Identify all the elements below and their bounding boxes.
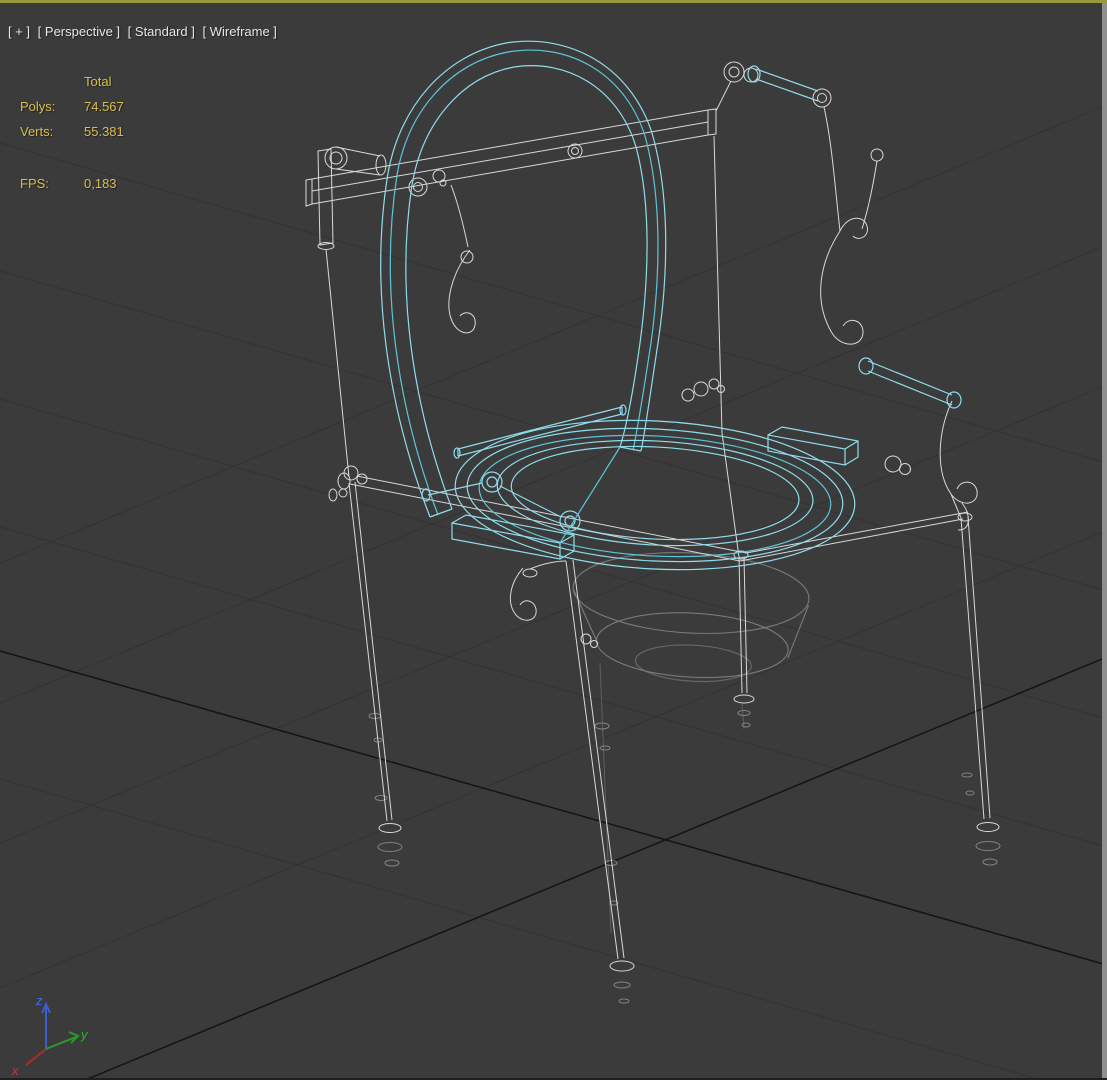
axis-y-label: y [80, 1027, 89, 1042]
stats-verts-label: Verts: [20, 124, 84, 139]
viewport-canvas[interactable]: z y x [0, 3, 1107, 1080]
stats-polys-row: Polys: 74.567 [20, 94, 124, 119]
model-ghost-wires [369, 547, 1000, 1003]
stats-polys-label: Polys: [20, 99, 84, 114]
stats-fps-label: FPS: [20, 176, 84, 191]
axis-z-label: z [35, 993, 43, 1008]
stats-fps-value: 0,183 [84, 176, 117, 191]
statistics-overlay: Total Polys: 74.567 Verts: 55.381 FPS: 0… [20, 69, 124, 196]
stats-fps-row: FPS: 0,183 [20, 171, 124, 196]
stats-polys-value: 74.567 [84, 99, 124, 114]
viewport-3d-perspective[interactable]: z y x [ + ] [ Perspective ] [ Standard ]… [0, 0, 1107, 1080]
viewport-shading-menu[interactable]: [ Wireframe ] [203, 24, 277, 39]
viewport-pov-menu[interactable]: [ Perspective ] [38, 24, 120, 39]
viewport-renderpreset-menu[interactable]: [ Standard ] [128, 24, 195, 39]
viewport-general-menu[interactable]: [ + ] [8, 24, 30, 39]
home-grid-axes [0, 651, 1107, 1080]
stats-verts-value: 55.381 [84, 124, 124, 139]
model-wireframe-selected [381, 41, 961, 579]
viewport-label-bar: [ + ] [ Perspective ] [ Standard ] [ Wir… [8, 24, 281, 39]
stats-header-row: Total [20, 69, 124, 94]
world-axis-tripod: z y x [11, 993, 89, 1078]
stats-verts-row: Verts: 55.381 [20, 119, 124, 144]
axis-x-label: x [11, 1063, 19, 1078]
stats-total-header: Total [84, 74, 111, 89]
home-grid [0, 105, 1107, 1080]
window-edge-strip [1102, 3, 1107, 1080]
